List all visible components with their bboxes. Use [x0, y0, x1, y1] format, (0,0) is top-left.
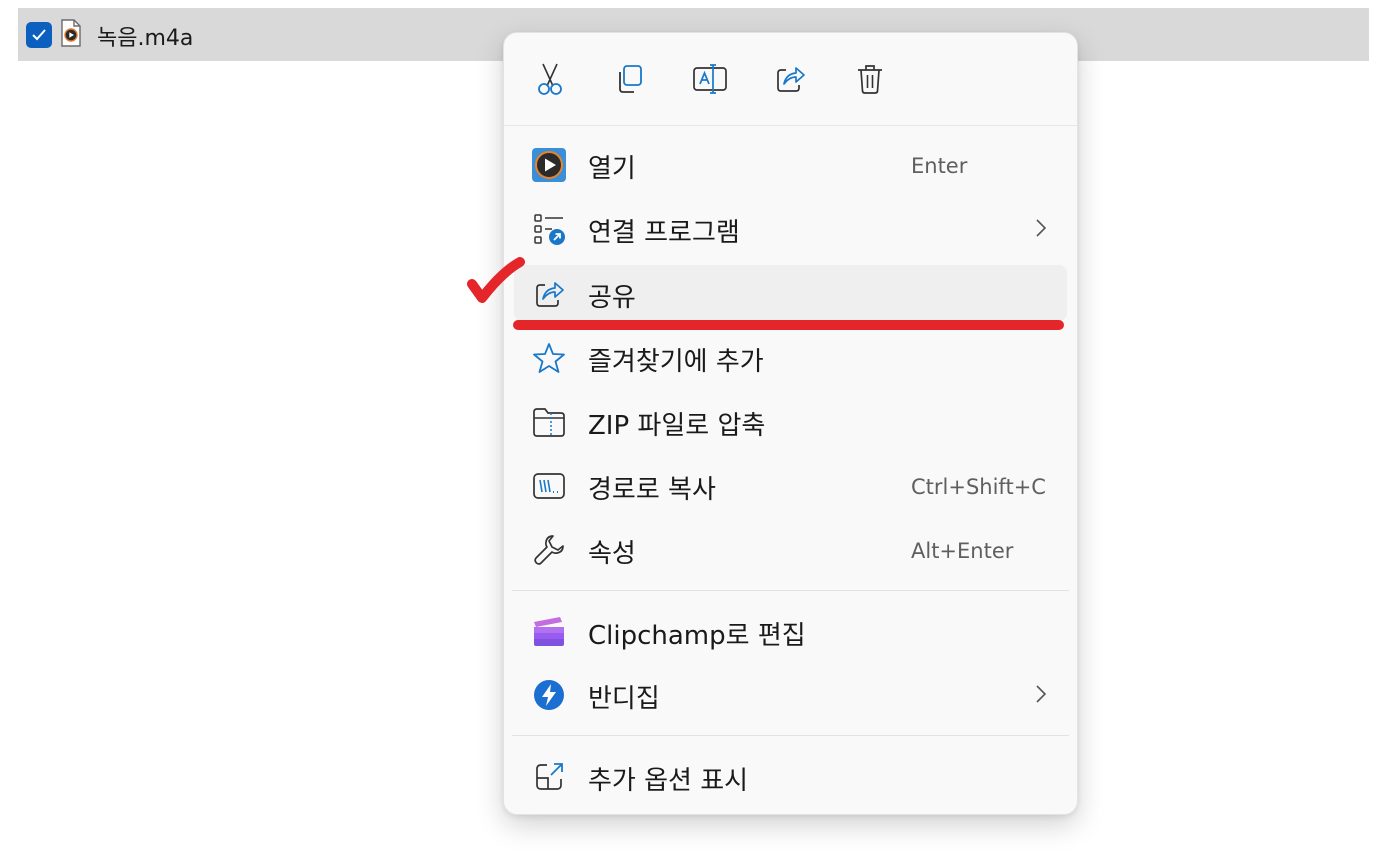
file-name[interactable]: 녹음.m4a: [97, 20, 193, 52]
trash-icon: [858, 65, 882, 94]
media-player-icon: [532, 148, 566, 182]
red-underline-annotation: [513, 320, 1064, 330]
menu-item-label: ZIP 파일로 압축: [588, 411, 766, 441]
shortcut-text: Ctrl+Shift+C: [911, 475, 1046, 499]
menu-item-show-more-options[interactable]: 추가 옵션 표시: [514, 748, 1067, 804]
clipchamp-icon: [532, 615, 566, 649]
red-check-annotation: [467, 257, 525, 303]
menu-item-bandizip[interactable]: 반디집: [514, 666, 1067, 722]
menu-item-properties[interactable]: 속성 Alt+Enter: [514, 521, 1067, 577]
media-file-icon: [61, 19, 81, 47]
cut-button[interactable]: [530, 59, 570, 99]
scissors-icon: [538, 63, 562, 95]
menu-item-label: 열기: [588, 154, 636, 184]
menu-item-label: 경로로 복사: [588, 475, 716, 505]
more-options-icon: [532, 760, 566, 794]
copy-icon: [619, 65, 642, 93]
share-button[interactable]: [770, 59, 810, 99]
chevron-right-icon: [1036, 219, 1047, 237]
menu-item-add-to-favorites[interactable]: 즐겨찾기에 추가: [514, 329, 1067, 385]
context-menu-toolbar: [504, 33, 1077, 126]
menu-item-label: 속성: [588, 539, 636, 569]
menu-item-edit-clipchamp[interactable]: Clipchamp로 편집: [514, 603, 1067, 659]
menu-separator: [512, 735, 1069, 736]
menu-item-share[interactable]: 공유: [514, 265, 1067, 321]
menu-item-copy-as-path[interactable]: 경로로 복사 Ctrl+Shift+C: [514, 457, 1067, 513]
menu-item-label: 반디집: [588, 684, 660, 714]
rename-button[interactable]: [690, 59, 730, 99]
shortcut-text: Enter: [911, 154, 968, 178]
menu-item-open[interactable]: 열기 Enter: [514, 136, 1067, 192]
bandizip-icon: [532, 678, 566, 712]
share-icon: [777, 67, 805, 92]
menu-item-label: 공유: [588, 283, 636, 313]
delete-button[interactable]: [850, 59, 890, 99]
menu-separator: [512, 590, 1069, 591]
menu-item-label: Clipchamp로 편집: [588, 621, 806, 651]
zip-folder-icon: [532, 405, 566, 439]
menu-item-label: 즐겨찾기에 추가: [588, 347, 764, 377]
shortcut-text: Alt+Enter: [911, 539, 1014, 563]
chevron-right-icon: [1036, 685, 1047, 703]
copy-button[interactable]: [610, 59, 650, 99]
star-icon: [532, 341, 566, 375]
share-icon: [532, 277, 566, 311]
file-checkbox[interactable]: [26, 22, 52, 48]
menu-item-compress-zip[interactable]: ZIP 파일로 압축: [514, 393, 1067, 449]
wrench-icon: [532, 533, 566, 567]
open-with-icon: [532, 212, 566, 246]
menu-item-open-with[interactable]: 연결 프로그램: [514, 200, 1067, 256]
copy-path-icon: [532, 469, 566, 503]
context-menu: 열기 Enter 연결 프로그램 공유 즐겨찾기에 추가 ZIP 파일로 압축 …: [503, 32, 1078, 815]
checkmark-icon: [32, 29, 46, 41]
rename-icon: [693, 64, 727, 94]
menu-item-label: 추가 옵션 표시: [588, 766, 749, 796]
menu-item-label: 연결 프로그램: [588, 218, 740, 248]
